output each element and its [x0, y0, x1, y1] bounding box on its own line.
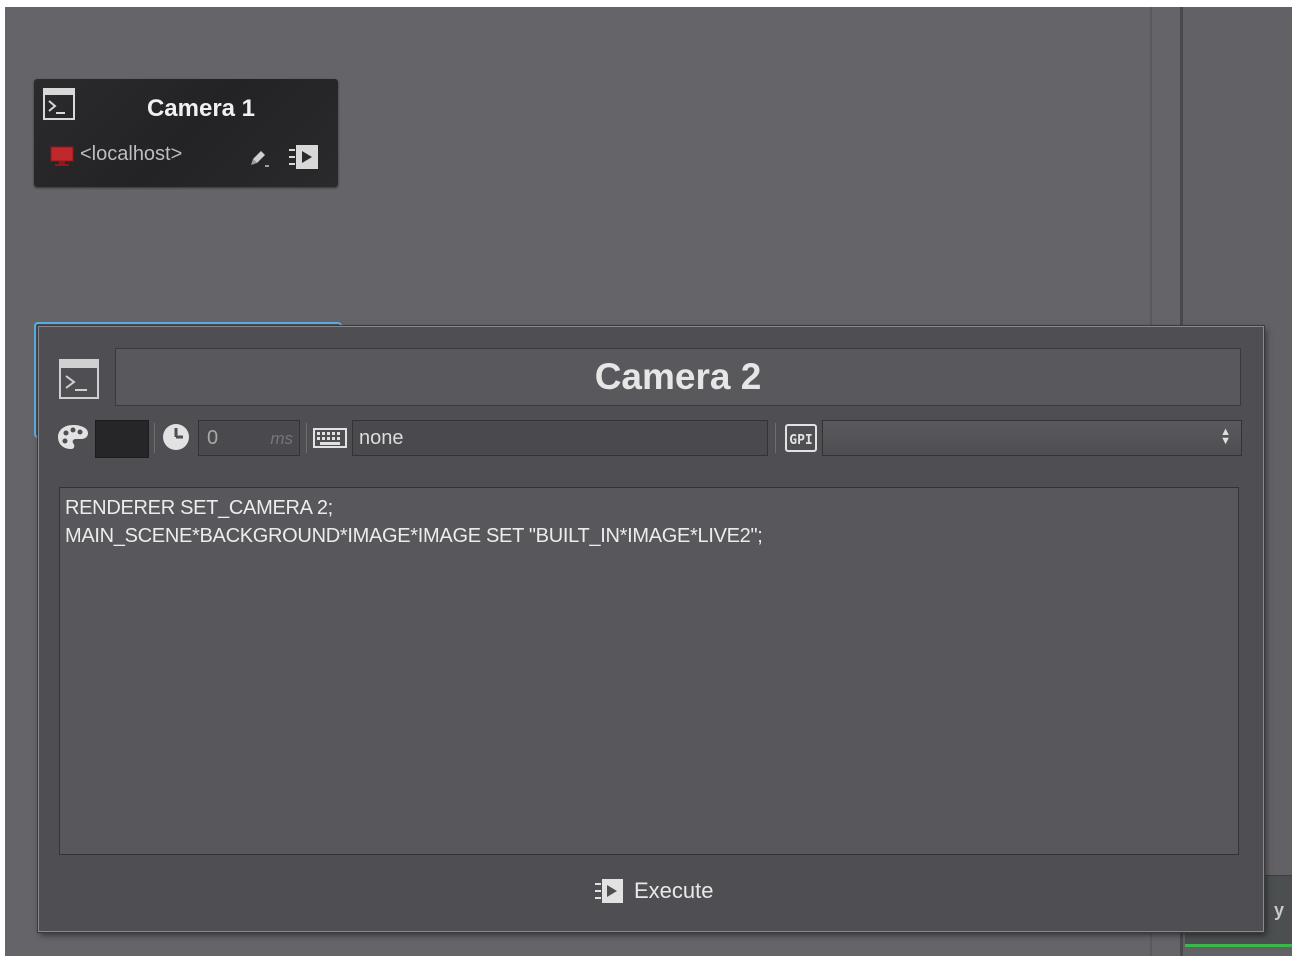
monitor-icon: [50, 146, 74, 166]
terminal-icon: [43, 88, 75, 120]
tile-host: <localhost>: [80, 143, 183, 165]
color-swatch[interactable]: [95, 420, 149, 458]
select-arrows-icon: ▲ ▼: [1220, 426, 1231, 447]
delay-input[interactable]: 0 ms: [198, 420, 300, 456]
pencil-icon[interactable]: [249, 147, 271, 169]
command-tile-camera-1[interactable]: Camera 1 <localhost>: [34, 79, 338, 187]
svg-text:GPI: GPI: [789, 433, 812, 448]
terminal-icon: [59, 359, 99, 399]
right-stub-label: y: [1273, 900, 1284, 920]
workspace-canvas: y Camera 1 <localhost> Camera 2 0 ms non…: [5, 7, 1292, 956]
keyboard-icon: [313, 428, 347, 448]
dialog-title: Camera 2: [594, 356, 762, 397]
execute-icon[interactable]: [288, 142, 320, 172]
toolbar-separator: [154, 423, 155, 453]
delay-value: 0: [207, 427, 219, 449]
toolbar-separator: [775, 423, 776, 453]
gpi-icon: GPI: [785, 424, 817, 452]
hotkey-input[interactable]: none: [352, 420, 768, 456]
code-line: MAIN_SCENE*BACKGROUND*IMAGE*IMAGE SET "B…: [65, 525, 763, 547]
execute-button[interactable]: Execute: [594, 871, 714, 911]
clock-icon: [163, 424, 189, 450]
tile-title: Camera 1: [146, 95, 256, 122]
toolbar-separator: [306, 423, 307, 453]
command-editor-dialog: Camera 2 0 ms none GPI ▲ ▼ RENDERER SET_…: [38, 326, 1264, 932]
execute-label: Execute: [634, 878, 714, 903]
title-field[interactable]: Camera 2: [115, 348, 1241, 406]
command-code-editor[interactable]: RENDERER SET_CAMERA 2; MAIN_SCENE*BACKGRO…: [59, 487, 1239, 855]
gpi-select[interactable]: ▲ ▼: [822, 420, 1242, 456]
status-bar-green: [1185, 944, 1292, 947]
execute-icon: [595, 879, 623, 903]
delay-unit: ms: [270, 429, 293, 448]
command-toolbar: 0 ms none GPI ▲ ▼: [57, 418, 1243, 458]
code-line: RENDERER SET_CAMERA 2;: [65, 497, 333, 519]
hotkey-value: none: [359, 427, 404, 449]
palette-icon: [58, 425, 88, 449]
